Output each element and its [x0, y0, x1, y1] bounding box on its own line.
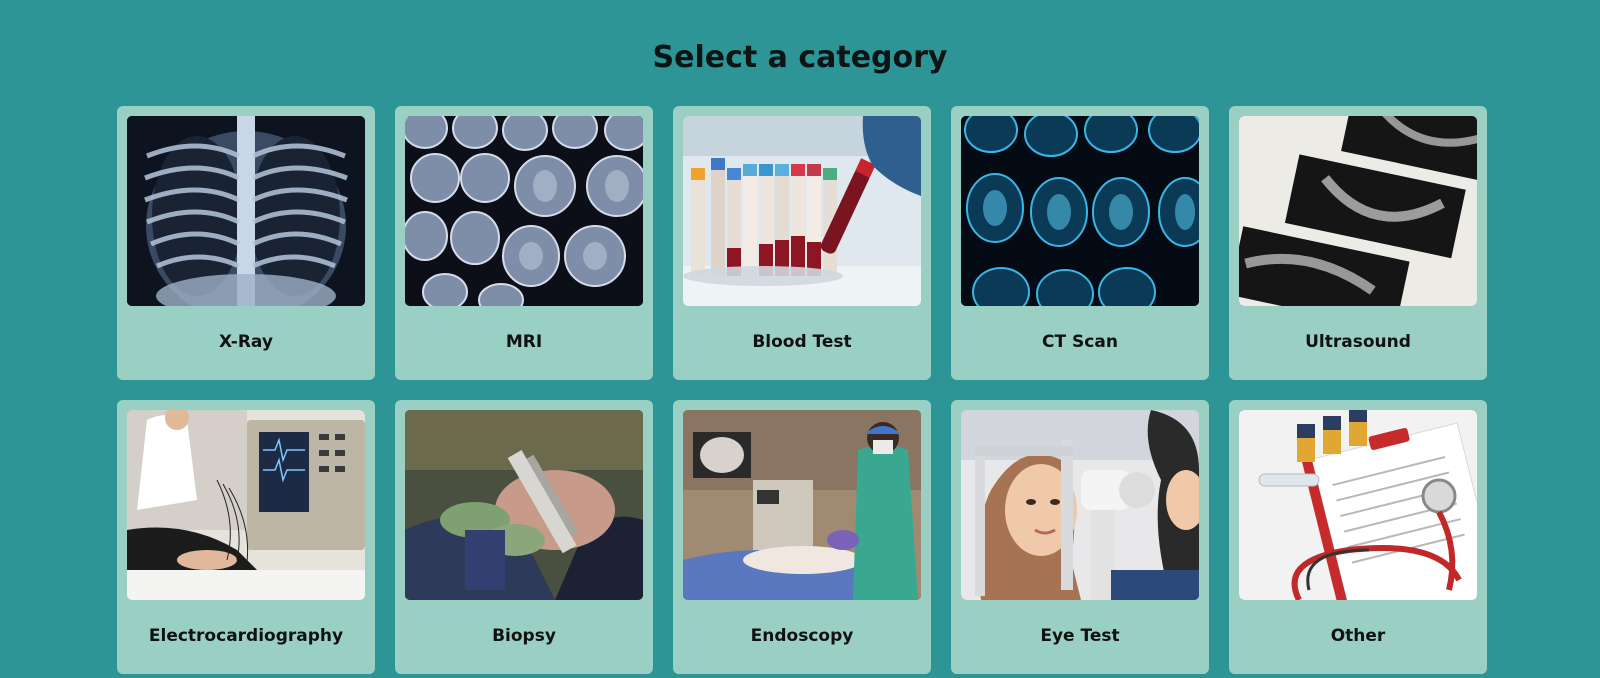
category-label: Eye Test: [1040, 626, 1120, 646]
category-card-blood-test[interactable]: Blood Test: [673, 106, 931, 380]
blood-test-tubes-image: [683, 116, 921, 306]
category-card-ct-scan[interactable]: CT Scan: [951, 106, 1209, 380]
category-label: Biopsy: [492, 626, 556, 646]
ct-brain-scans-image: [961, 116, 1199, 306]
biopsy-procedure-image: [405, 410, 643, 600]
category-label: X-Ray: [219, 332, 273, 352]
category-label: Ultrasound: [1305, 332, 1411, 352]
mri-brain-scans-image: [405, 116, 643, 306]
category-label: Other: [1330, 626, 1386, 646]
category-card-electrocardiography[interactable]: Electrocardiography: [117, 400, 375, 674]
category-label: CT Scan: [1042, 332, 1118, 352]
eye-exam-image: [961, 410, 1199, 600]
category-card-ultrasound[interactable]: Ultrasound: [1229, 106, 1487, 380]
category-card-endoscopy[interactable]: Endoscopy: [673, 400, 931, 674]
category-card-other[interactable]: Other: [1229, 400, 1487, 674]
category-page: Select a category X-Ray MRI Blood Test C…: [0, 0, 1600, 678]
endoscopy-room-image: [683, 410, 921, 600]
ultrasound-prints-image: [1239, 116, 1477, 306]
stethoscope-clipboard-image: [1239, 410, 1477, 600]
category-label: Endoscopy: [750, 626, 854, 646]
category-grid: X-Ray MRI Blood Test CT Scan Ultrasound …: [117, 106, 1487, 674]
ecg-machine-image: [127, 410, 365, 600]
page-title: Select a category: [652, 40, 948, 75]
category-card-xray[interactable]: X-Ray: [117, 106, 375, 380]
category-card-mri[interactable]: MRI: [395, 106, 653, 380]
category-label: MRI: [505, 332, 543, 352]
category-label: Blood Test: [752, 332, 852, 352]
category-card-biopsy[interactable]: Biopsy: [395, 400, 653, 674]
xray-chest-image: [127, 116, 365, 306]
category-label: Electrocardiography: [148, 626, 344, 646]
category-card-eye-test[interactable]: Eye Test: [951, 400, 1209, 674]
